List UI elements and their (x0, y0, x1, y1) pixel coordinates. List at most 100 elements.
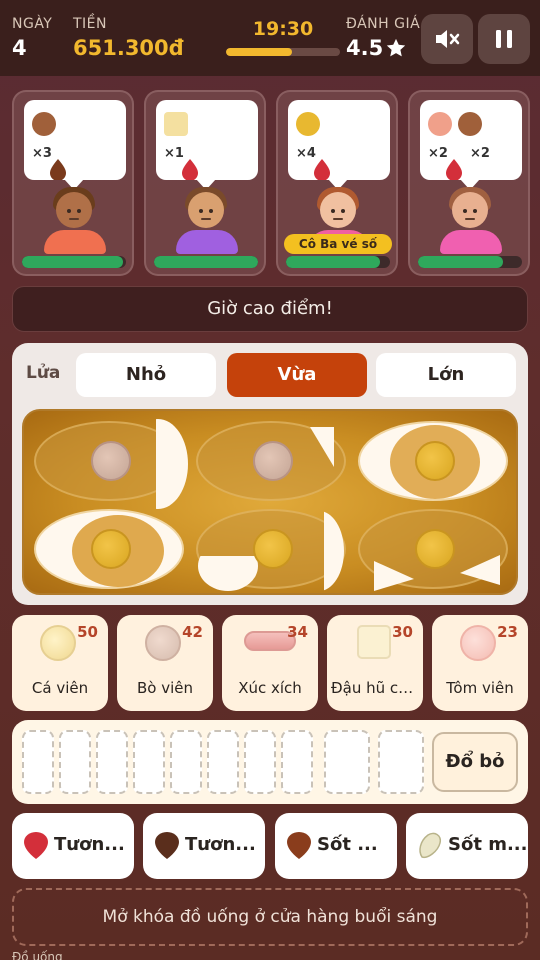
fish-ball-cooking[interactable] (415, 529, 455, 569)
skewer-slot[interactable] (170, 730, 202, 794)
mute-button[interactable] (421, 14, 473, 64)
heat-high-button[interactable]: Lớn (376, 353, 516, 397)
pan-slot[interactable] (34, 421, 184, 501)
fish-ball-cooking[interactable] (253, 529, 293, 569)
speaker-muted-icon (434, 27, 460, 51)
ingredient-shrimp-ball[interactable]: 23 Tôm viên (432, 615, 528, 711)
pan-slot[interactable] (196, 509, 346, 589)
pan-slot[interactable] (358, 421, 508, 501)
oil-glare (294, 511, 344, 591)
sauce-label: Sốt m... (448, 834, 527, 855)
customer-face (320, 192, 356, 228)
customer-face (452, 192, 488, 228)
ingredient-label: Tôm viên (432, 679, 528, 697)
sauce-button-satay[interactable]: Sốt ... (275, 813, 397, 879)
customer-name-tag: Cô Ba vé số (284, 234, 392, 254)
sauce-label: Tươn... (54, 834, 125, 855)
discard-button[interactable]: Đổ bỏ (432, 732, 518, 792)
customer-body (176, 230, 238, 254)
ingredient-count: 50 (77, 623, 98, 641)
pan-slot[interactable] (358, 509, 508, 589)
oil-glare (374, 561, 414, 591)
event-banner: Giờ cao điểm! (12, 286, 528, 332)
customer-card-1[interactable]: ×3 (12, 90, 134, 276)
heat-medium-button[interactable]: Vừa (227, 353, 367, 397)
soy-sauce-icon (153, 831, 181, 861)
skewer-slot[interactable] (133, 730, 165, 794)
fish-ball-cooking[interactable] (415, 441, 455, 481)
skewer-slot[interactable] (244, 730, 276, 794)
pan-slot[interactable] (196, 421, 346, 501)
pause-button[interactable] (478, 14, 530, 64)
patience-fill (286, 256, 380, 268)
sauce-button-mayo[interactable]: Sốt m... (406, 813, 528, 879)
ingredient-label: Xúc xích (222, 679, 318, 697)
oil-glare (460, 555, 500, 585)
unlock-hint: Mở khóa đồ uống ở cửa hàng buổi sáng (12, 888, 528, 946)
skewer-slot[interactable] (207, 730, 239, 794)
beef-ball-icon (32, 112, 56, 136)
ingredient-count: 34 (287, 623, 308, 641)
ingredient-sausage[interactable]: 34 Xúc xích (222, 615, 318, 711)
shrimp-ball-icon (428, 112, 452, 136)
tofu-icon (357, 625, 391, 659)
fish-ball-icon (40, 625, 76, 661)
order-bubble: ×1 (156, 100, 258, 180)
oil-glare (294, 427, 334, 467)
patience-bar (286, 256, 390, 268)
rating-label: ĐÁNH GIÁ (346, 16, 420, 32)
pan-slot[interactable] (34, 509, 184, 589)
ingredient-beef-ball[interactable]: 42 Bò viên (117, 615, 213, 711)
order-qty: ×2 (470, 146, 490, 161)
ingredient-count: 42 (182, 623, 203, 641)
fish-ball-cooking[interactable] (91, 529, 131, 569)
order-bubble: ×3 (24, 100, 126, 180)
chili-sauce-icon (22, 831, 50, 861)
chili-sauce-icon (444, 158, 464, 180)
beef-ball-cooking[interactable] (253, 441, 293, 481)
order-bubble: ×2 ×2 (420, 100, 522, 180)
patience-fill (22, 256, 123, 268)
customer-face (56, 192, 92, 228)
mayo-sauce-icon (416, 831, 444, 861)
timer-bar (226, 48, 340, 56)
customer-card-2[interactable]: ×1 (144, 90, 266, 276)
ingredient-fish-ball[interactable]: 50 Cá viên (12, 615, 108, 711)
beef-ball-cooking[interactable] (91, 441, 131, 481)
oil-glare (198, 541, 258, 591)
sauce-button-soy[interactable]: Tươn... (143, 813, 265, 879)
ingredient-count: 23 (497, 623, 518, 641)
patience-bar (22, 256, 126, 268)
customer-card-3[interactable]: ×4 Cô Ba vé số (276, 90, 398, 276)
frying-pan (22, 409, 518, 595)
chili-sauce-icon (312, 158, 332, 180)
sauce-button-chili[interactable]: Tươn... (12, 813, 134, 879)
skewer-tray: Đổ bỏ (12, 720, 528, 804)
skewer-slot[interactable] (281, 730, 313, 794)
patience-fill (154, 256, 258, 268)
skewer-slot[interactable] (378, 730, 424, 794)
skewer-slot[interactable] (22, 730, 54, 794)
beef-ball-icon (145, 625, 181, 661)
sauce-label: Tươn... (185, 834, 256, 855)
customer-body (44, 230, 106, 254)
skewer-slot[interactable] (59, 730, 91, 794)
star-icon (385, 37, 407, 59)
pause-icon (494, 28, 514, 50)
skewer-slot[interactable] (96, 730, 128, 794)
patience-fill (418, 256, 503, 268)
money-value: 651.300đ (73, 36, 184, 60)
heat-low-button[interactable]: Nhỏ (76, 353, 216, 397)
customer-card-4[interactable]: ×2 ×2 (408, 90, 530, 276)
patience-bar (418, 256, 522, 268)
fire-label: Lửa (26, 363, 60, 383)
ingredient-label: Bò viên (117, 679, 213, 697)
timer-fill (226, 48, 292, 56)
beef-ball-icon (458, 112, 482, 136)
timer-text: 19:30 (226, 18, 340, 40)
top-bar: NGÀY 4 TIỀN 651.300đ 19:30 ĐÁNH GIÁ 4.5 (0, 0, 540, 76)
day-value: 4 (12, 36, 27, 60)
skewer-slot[interactable] (324, 730, 370, 794)
ingredient-fried-tofu[interactable]: 30 Đậu hũ chi... (327, 615, 423, 711)
order-bubble: ×4 (288, 100, 390, 180)
